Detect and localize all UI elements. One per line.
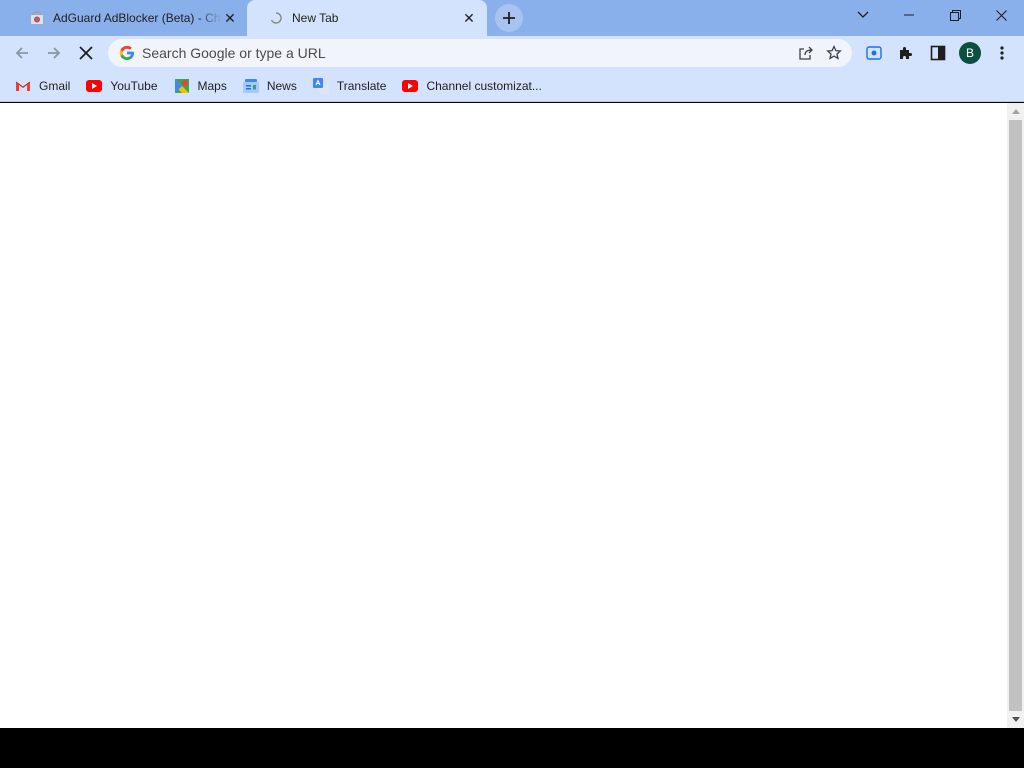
bookmark-label: Channel customizat...: [426, 78, 542, 93]
arrow-left-icon: [15, 47, 28, 59]
minimize-button[interactable]: [886, 0, 932, 30]
bookmark-label: Maps: [197, 78, 227, 93]
page-content: [0, 103, 1024, 728]
restore-icon: [949, 9, 961, 21]
new-tab-button[interactable]: [495, 4, 523, 32]
close-tab-icon[interactable]: ✕: [222, 10, 238, 26]
close-tab-icon[interactable]: ✕: [461, 10, 477, 26]
bookmark-maps[interactable]: Maps: [172, 74, 235, 98]
maps-icon: [174, 78, 190, 94]
arrow-right-icon: [48, 47, 61, 59]
tab-adguard[interactable]: AdGuard AdBlocker (Beta) - Chrome Web St…: [8, 0, 248, 36]
bookmark-gmail[interactable]: Gmail: [13, 74, 78, 98]
vertical-scrollbar[interactable]: [1007, 103, 1024, 728]
bookmark-label: Translate: [336, 78, 387, 93]
bookmarks-bar: Gmail YouTube Maps News Translate Channe…: [0, 70, 1024, 102]
bookmark-label: YouTube: [110, 78, 158, 93]
more-vert-icon: [1000, 46, 1004, 60]
taskbar: [0, 728, 1024, 768]
bookmark-label: Gmail: [39, 78, 71, 93]
omnibox-placeholder: Search Google or type a URL: [142, 45, 326, 61]
stop-icon: [79, 46, 93, 60]
profile-avatar[interactable]: B: [959, 42, 981, 64]
screen-capture-button[interactable]: [860, 39, 888, 67]
tab-title: New Tab: [292, 11, 339, 25]
bookmark-channel-customization[interactable]: Channel customizat...: [400, 74, 549, 98]
gmail-icon: [15, 78, 31, 94]
minimize-icon: [904, 14, 914, 16]
screen-cast-icon: [866, 46, 882, 60]
tab-title: AdGuard AdBlocker (Beta) - Chrome Web St…: [53, 11, 222, 25]
tab-strip: AdGuard AdBlocker (Beta) - Chrome Web St…: [0, 0, 1024, 36]
share-icon[interactable]: [792, 39, 820, 67]
puzzle-icon: [900, 47, 912, 59]
side-panel-button[interactable]: [924, 39, 952, 67]
close-icon: [995, 9, 1007, 21]
translate-icon: [312, 77, 329, 94]
address-bar[interactable]: Search Google or type a URL: [108, 39, 852, 67]
menu-button[interactable]: [988, 39, 1016, 67]
bookmark-label: News: [266, 78, 297, 93]
side-panel-icon: [930, 45, 946, 61]
bookmark-news[interactable]: News: [241, 74, 305, 98]
extensions-button[interactable]: [892, 39, 920, 67]
google-icon: [119, 45, 135, 61]
chevron-down-icon: [857, 11, 869, 18]
back-button[interactable]: [8, 39, 36, 67]
restore-button[interactable]: [932, 0, 978, 30]
window-close-button[interactable]: [978, 0, 1024, 30]
stop-loading-button[interactable]: [72, 39, 100, 67]
bookmark-translate[interactable]: Translate: [311, 74, 395, 98]
news-icon: [242, 78, 259, 94]
forward-button[interactable]: [40, 39, 68, 67]
chrome-web-store-icon: [30, 11, 44, 25]
scrollbar-thumb[interactable]: [1009, 120, 1022, 711]
youtube-icon: [402, 78, 419, 94]
bookmark-youtube[interactable]: YouTube: [84, 74, 165, 98]
toolbar: Search Google or type a URL B: [0, 36, 1024, 70]
tab-new-tab[interactable]: New Tab ✕: [247, 0, 487, 36]
scroll-up-arrow-icon[interactable]: [1007, 103, 1024, 120]
scroll-down-arrow-icon[interactable]: [1007, 711, 1024, 728]
tab-search-button[interactable]: [840, 0, 886, 30]
youtube-icon: [86, 78, 103, 94]
bookmark-star-icon[interactable]: [820, 39, 848, 67]
loading-icon: [269, 11, 283, 25]
plus-icon: [503, 12, 515, 24]
